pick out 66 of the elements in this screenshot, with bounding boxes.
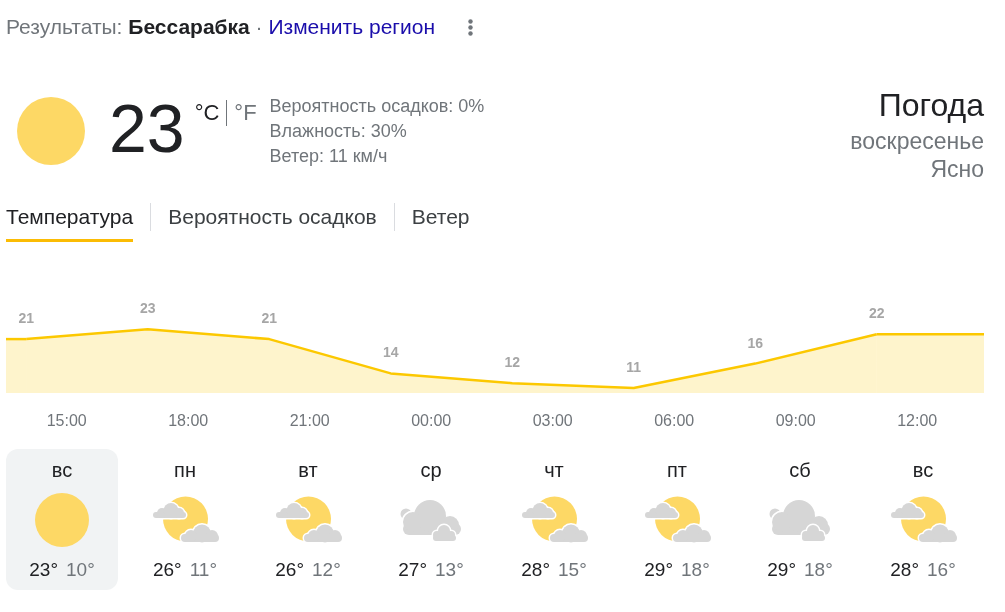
clouds-icon — [398, 498, 464, 542]
day-name: пт — [667, 458, 687, 482]
low-temperature: 15° — [558, 558, 587, 582]
low-temperature: 12° — [312, 558, 341, 582]
temperature-label: 21 — [261, 310, 277, 327]
day-card[interactable]: вс 23° 10° — [6, 449, 118, 590]
day-name: пн — [174, 458, 196, 482]
low-temperature: 10° — [66, 558, 95, 582]
unit-toggle[interactable]: °C — [194, 100, 220, 126]
weather-detail: Вероятность осадков: 0% — [269, 95, 485, 118]
weather-title: Погода — [878, 87, 984, 123]
change-region-link[interactable]: Изменить регион — [268, 15, 435, 38]
sun-icon — [17, 97, 85, 165]
time-label: 00:00 — [411, 412, 452, 429]
time-label: 06:00 — [654, 412, 695, 429]
sun-icon — [35, 493, 89, 547]
chart-tab[interactable]: Температура — [6, 204, 134, 242]
time-label: 09:00 — [775, 412, 816, 429]
day-name: чт — [544, 458, 564, 482]
high-temperature: 26° — [275, 558, 304, 582]
day-name: ср — [420, 458, 442, 482]
unit-toggle[interactable]: °F — [234, 100, 257, 126]
chart-tab[interactable]: Вероятность осадков — [168, 204, 377, 242]
high-temperature: 29° — [767, 558, 796, 582]
condition: Ясно — [930, 155, 984, 183]
low-temperature: 18° — [681, 558, 710, 582]
day-name: вс — [912, 458, 934, 482]
sun-behind-clouds-icon — [888, 496, 958, 544]
high-temperature: 28° — [890, 558, 919, 582]
time-label: 18:00 — [168, 412, 209, 429]
temperature-label: 12 — [504, 354, 520, 371]
time-label: 21:00 — [289, 412, 330, 429]
weather-detail: Ветер: 11 км/ч — [269, 145, 389, 168]
chart-edge-fill — [6, 337, 27, 393]
clouds-icon — [767, 498, 833, 542]
high-temperature: 23° — [29, 558, 58, 582]
sun-behind-clouds-icon — [642, 496, 712, 544]
low-temperature: 13° — [435, 558, 464, 582]
results-location-text: Результаты: Бессарабка · Изменить регион — [6, 14, 435, 40]
weekday: воскресенье — [850, 127, 984, 155]
chart-tab[interactable]: Ветер — [411, 204, 470, 242]
time-label: 03:00 — [532, 412, 573, 429]
time-label: 12:00 — [897, 412, 938, 429]
high-temperature: 26° — [152, 558, 182, 582]
day-name: вс — [51, 458, 73, 482]
high-temperature: 29° — [644, 558, 673, 582]
temperature-label: 14 — [382, 344, 399, 361]
low-temperature: 11° — [189, 558, 218, 582]
current-temperature: 23 — [109, 89, 185, 168]
sun-behind-clouds-icon — [519, 496, 589, 544]
high-temperature: 27° — [398, 558, 427, 582]
temperature-label: 16 — [747, 334, 763, 351]
temperature-label: 21 — [18, 310, 34, 327]
sun-behind-clouds-icon — [150, 496, 220, 544]
temperature-label: 11 — [626, 359, 642, 376]
day-name: сб — [789, 458, 811, 482]
low-temperature: 16° — [927, 558, 956, 582]
temperature-label: 23 — [139, 300, 156, 317]
weather-detail: Влажность: 30% — [269, 120, 408, 143]
sun-behind-clouds-icon — [273, 496, 343, 544]
more-icon — [467, 18, 473, 36]
day-name: вт — [298, 458, 318, 482]
time-label: 15:00 — [46, 412, 87, 429]
high-temperature: 28° — [521, 558, 550, 582]
temperature-label: 22 — [868, 305, 885, 322]
low-temperature: 18° — [804, 558, 833, 582]
